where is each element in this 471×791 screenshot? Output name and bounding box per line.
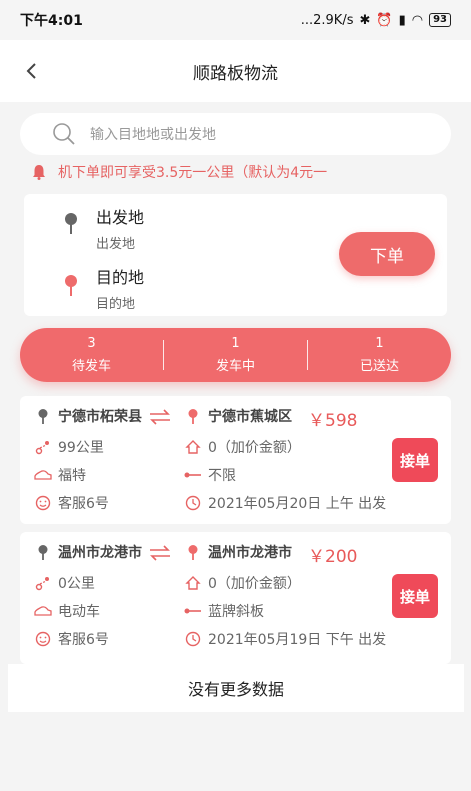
battery-icon: 93 — [429, 13, 451, 27]
order-card[interactable]: 宁德市柘荣县 宁德市蕉城区 ￥598 99公里 0（加价金额） 福特 不限 客服… — [20, 396, 451, 524]
smiley-icon — [34, 630, 52, 648]
stat-in-transit-label: 发车中 — [215, 359, 255, 374]
order-distance-value: 0公里 — [58, 576, 95, 592]
order-plate-value: 不限 — [208, 468, 236, 484]
search-icon — [53, 123, 75, 145]
origin-field[interactable]: 出发地 出发地 — [96, 204, 144, 252]
chevron-left-icon — [26, 63, 36, 79]
notice-text: 机下单即可享受3.5元一公里（默认为4元一 — [58, 165, 328, 181]
order-plate: 不限 — [184, 465, 236, 485]
order-markup: 0（加价金额） — [184, 573, 301, 593]
order-price: ￥598 — [308, 411, 358, 431]
route-card: 出发地 出发地 目的地 目的地 下单 — [24, 194, 447, 316]
order-date-value: 2021年05月20日 上午 出发 — [208, 496, 387, 512]
bluetooth-icon: ✱ — [359, 12, 371, 28]
destination-label: 目的地 — [96, 268, 145, 287]
origin-pin-icon — [34, 543, 52, 561]
car-icon — [34, 602, 52, 620]
order-distance: 0公里 — [34, 573, 95, 593]
status-icons: ...2.9K/s ✱ ⏰ ▮ ◠ 93 — [301, 13, 451, 28]
stat-pending[interactable]: 3 待发车 — [20, 336, 163, 374]
wifi-icon: ◠ — [411, 12, 424, 28]
origin-value: 出发地 — [96, 237, 136, 252]
order-to: 宁德市蕉城区 — [184, 406, 292, 426]
no-more-data: 没有更多数据 — [8, 664, 464, 712]
order-from: 宁德市柘荣县 — [34, 406, 142, 426]
destination-pin-icon — [184, 543, 202, 561]
stat-delivered-count: 1 — [375, 336, 384, 351]
order-vehicle-value: 福特 — [58, 468, 86, 484]
notice-bar: 机下单即可享受3.5元一公里（默认为4元一 — [32, 160, 452, 184]
house-icon — [184, 438, 202, 456]
order-to: 温州市龙港市 — [184, 542, 292, 562]
status-bar: 下午4:01 ...2.9K/s ✱ ⏰ ▮ ◠ 93 — [0, 0, 471, 40]
order-date: 2021年05月20日 上午 出发 — [184, 493, 386, 513]
nav-bar: 顺路板物流 — [0, 40, 471, 102]
order-service: 客服6号 — [34, 493, 109, 513]
stat-in-transit-count: 1 — [231, 336, 240, 351]
order-vehicle: 福特 — [34, 465, 86, 485]
destination-field[interactable]: 目的地 目的地 — [96, 264, 144, 312]
order-from-city: 温州市龙港市 — [58, 545, 142, 561]
accept-order-button[interactable]: 接单 — [392, 574, 438, 618]
origin-pin-icon — [34, 407, 52, 425]
back-button[interactable] — [16, 56, 46, 86]
swap-arrows-icon — [150, 545, 170, 561]
order-price: ￥200 — [308, 547, 358, 567]
destination-pin-icon — [65, 275, 77, 296]
stat-pending-count: 3 — [87, 336, 96, 351]
order-service-value: 客服6号 — [58, 496, 109, 512]
order-card[interactable]: 温州市龙港市 温州市龙港市 ￥200 0公里 0（加价金额） 电动车 蓝牌斜板 — [20, 532, 451, 664]
order-date-value: 2021年05月19日 下午 出发 — [208, 632, 387, 648]
order-markup: 0（加价金额） — [184, 437, 301, 457]
order-to-city: 温州市龙港市 — [208, 545, 292, 561]
origin-pin-icon — [65, 213, 77, 234]
order-distance-value: 99公里 — [58, 440, 104, 456]
route-icon — [34, 574, 52, 592]
ramp-icon — [184, 602, 202, 620]
signal-icon: ▮ — [398, 12, 406, 28]
order-date: 2021年05月19日 下午 出发 — [184, 629, 386, 649]
page-title: 顺路板物流 — [193, 63, 278, 84]
route-icon — [34, 438, 52, 456]
bell-icon — [33, 165, 45, 180]
stat-pending-label: 待发车 — [71, 359, 111, 374]
order-from-city: 宁德市柘荣县 — [58, 409, 142, 425]
search-input[interactable]: 输入目地地或出发地 — [90, 124, 216, 144]
swap-arrows-icon — [150, 409, 170, 425]
order-status-bar: 3 待发车 1 发车中 1 已送达 — [20, 328, 451, 382]
accept-order-button[interactable]: 接单 — [392, 438, 438, 482]
order-distance: 99公里 — [34, 437, 104, 457]
order-markup-value: 0（加价金额） — [208, 440, 301, 456]
order-to-city: 宁德市蕉城区 — [208, 409, 292, 425]
order-plate-value: 蓝牌斜板 — [208, 604, 264, 620]
alarm-icon: ⏰ — [376, 12, 393, 28]
car-icon — [34, 466, 52, 484]
clock-icon — [184, 494, 202, 512]
stat-in-transit[interactable]: 1 发车中 — [164, 336, 307, 374]
clock-icon — [184, 630, 202, 648]
order-service-value: 客服6号 — [58, 632, 109, 648]
order-plate: 蓝牌斜板 — [184, 601, 264, 621]
order-vehicle-value: 电动车 — [58, 604, 100, 620]
ramp-icon — [184, 466, 202, 484]
origin-label: 出发地 — [96, 208, 145, 227]
place-order-button[interactable]: 下单 — [339, 232, 435, 276]
search-bar[interactable]: 输入目地地或出发地 — [20, 113, 451, 155]
order-from: 温州市龙港市 — [34, 542, 142, 562]
house-icon — [184, 574, 202, 592]
order-service: 客服6号 — [34, 629, 109, 649]
smiley-icon — [34, 494, 52, 512]
order-vehicle: 电动车 — [34, 601, 100, 621]
network-speed: ...2.9K/s — [300, 12, 354, 28]
status-time: 下午4:01 — [20, 13, 83, 29]
order-markup-value: 0（加价金额） — [208, 576, 301, 592]
stat-delivered[interactable]: 1 已送达 — [308, 336, 451, 374]
destination-value: 目的地 — [96, 297, 136, 312]
destination-pin-icon — [184, 407, 202, 425]
stat-delivered-label: 已送达 — [359, 359, 399, 374]
